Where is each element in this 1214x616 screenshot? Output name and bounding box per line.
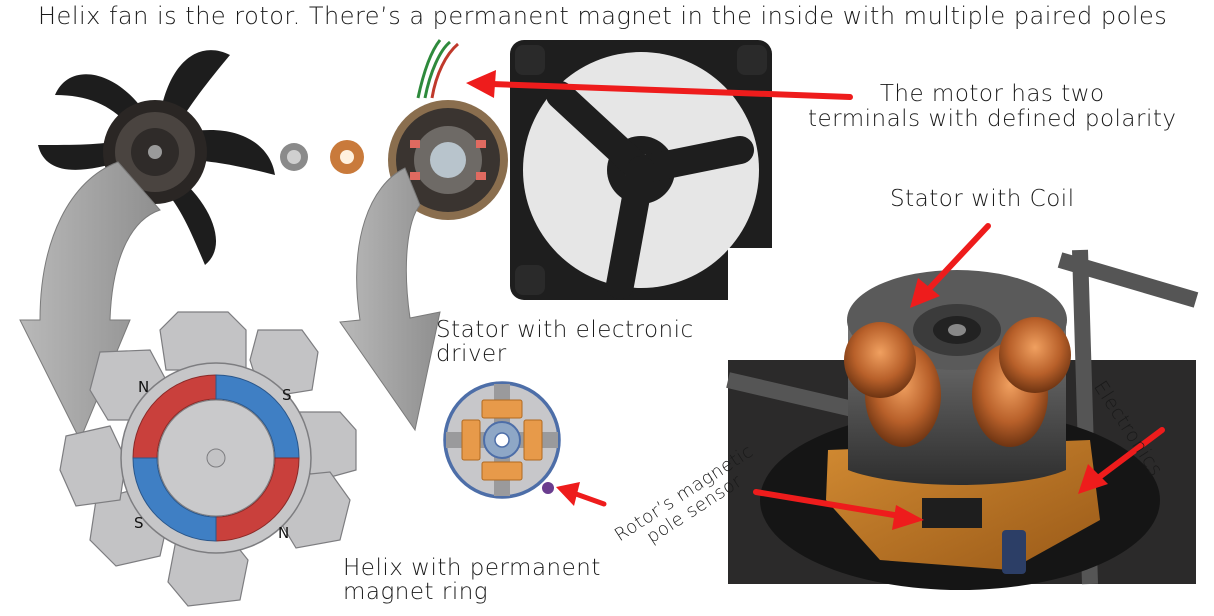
stator-driver-label: Stator with electronic driver (436, 318, 694, 366)
pole-label-bottom-right: N (278, 524, 289, 542)
pole-label-top-right: S (282, 386, 292, 404)
motor-terminals-label: The motor has two terminals with defined… (808, 82, 1177, 132)
helix-magnet-label: Helix with permanent magnet ring (343, 556, 601, 604)
stator-driver-label-line1: Stator with electronic (436, 317, 694, 343)
stator-schematic (443, 381, 561, 499)
helix-magnet-diagram: N S S N (59, 311, 357, 607)
red-arrow-schematic-sensor (573, 491, 607, 507)
page-title: Helix fan is the rotor. There’s a perman… (38, 2, 1168, 30)
helix-magnet-label-line1: Helix with permanent (343, 555, 601, 581)
stator-driver-label-line2: driver (436, 341, 507, 368)
motor-terminals-label-line2: terminals with defined polarity (808, 105, 1177, 132)
hall-sensor-dot (542, 482, 554, 494)
pole-label-bottom-left: S (134, 514, 144, 532)
stator-coil-label: Stator with Coil (890, 186, 1075, 212)
bearing-washer (280, 143, 308, 171)
hall-sensor-chip (922, 498, 982, 528)
helix-magnet-label-line2: magnet ring (343, 579, 489, 606)
motor-terminals-label-line1: The motor has two (879, 81, 1105, 107)
bearing-bushing (330, 140, 364, 174)
pole-label-top-left: N (138, 378, 149, 396)
